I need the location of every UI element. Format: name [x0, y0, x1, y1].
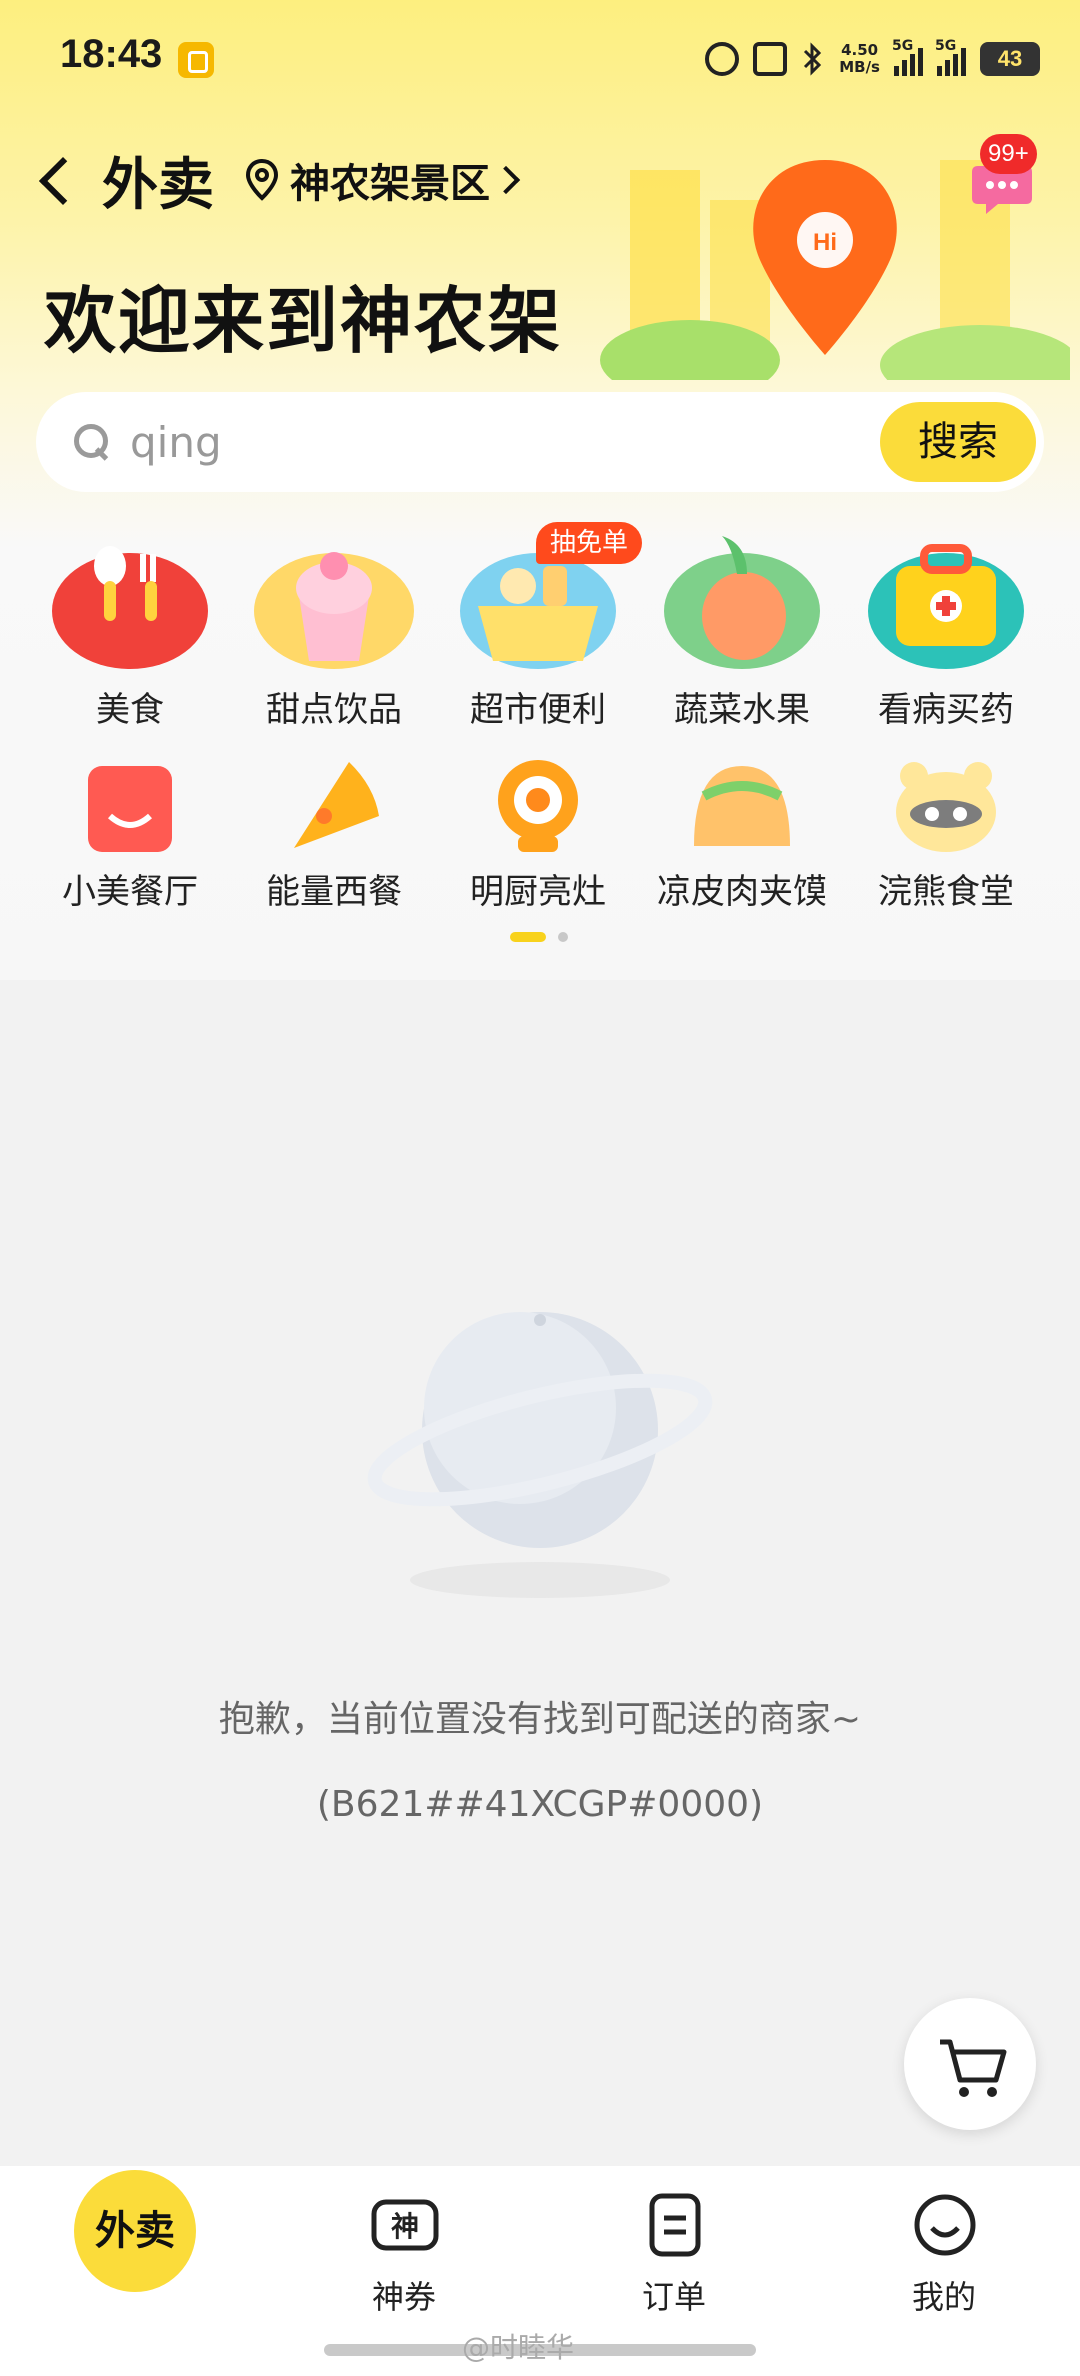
top-header: 外卖 神农架景区 — [36, 140, 521, 220]
cart-icon — [940, 2039, 1007, 2097]
page-title: 外卖 — [102, 152, 214, 218]
empty-message: 抱歉，当前位置没有找到可配送的商家~ — [218, 1699, 862, 1740]
spoon-fork-icon — [52, 546, 208, 669]
location-selector[interactable]: 神农架景区 — [244, 151, 521, 209]
cart-button[interactable] — [904, 1998, 1036, 2130]
empty-planet-illustration — [367, 1312, 713, 1598]
category-xiaomei[interactable]: 小美餐厅 — [30, 756, 230, 916]
category-food[interactable]: 美食 — [30, 526, 230, 730]
page-indicator — [510, 932, 568, 942]
fruit-icon — [664, 536, 820, 669]
category-label: 甜点饮品 — [266, 690, 402, 730]
status-time: 18:43 — [60, 32, 163, 76]
tab-label: 订单 — [641, 2278, 706, 2316]
promo-tag: 抽免单 — [536, 522, 643, 564]
camera-icon — [498, 760, 578, 852]
bluetooth-icon — [804, 42, 822, 76]
page-dot-active — [510, 932, 546, 942]
category-dessert[interactable]: 甜点饮品 — [234, 526, 434, 730]
taco-icon — [694, 766, 790, 846]
net-speed: 4.50 MB/s — [839, 41, 880, 76]
category-label: 超市便利 — [470, 690, 606, 730]
category-kitchen[interactable]: 明厨亮灶 — [438, 756, 638, 916]
app-notification-icon — [178, 42, 214, 78]
category-label: 浣熊食堂 — [878, 872, 1014, 912]
tab-coupon[interactable]: 神 神券 — [304, 2166, 504, 2316]
category-western[interactable]: 能量西餐 — [234, 756, 434, 916]
tab-home[interactable]: 外卖 — [74, 2170, 196, 2292]
category-liangpi[interactable]: 凉皮肉夹馍 — [642, 756, 842, 916]
alarm-icon — [705, 42, 740, 76]
category-label: 看病买药 — [878, 690, 1014, 730]
svg-text:神: 神 — [391, 2210, 419, 2243]
location-label: 神农架景区 — [290, 161, 490, 207]
category-label: 凉皮肉夹馍 — [657, 872, 827, 912]
search-button[interactable]: 搜索 — [880, 402, 1036, 482]
search-bar[interactable]: qing 搜索 — [36, 392, 1044, 492]
watermark: @时睦华 — [462, 2331, 575, 2364]
tab-label: 我的 — [911, 2278, 976, 2316]
chevron-right-icon — [491, 165, 521, 195]
message-badge: 99+ — [980, 134, 1037, 174]
page-dot — [558, 932, 568, 942]
coupon-icon: 神 — [371, 2199, 439, 2251]
raccoon-icon — [896, 762, 996, 852]
battery-icon: 43 — [980, 42, 1040, 76]
back-icon[interactable] — [36, 140, 96, 220]
tab-profile[interactable]: 我的 — [844, 2166, 1044, 2316]
category-label: 小美餐厅 — [62, 872, 198, 912]
medical-kit-icon — [868, 544, 1024, 669]
order-icon — [649, 2193, 701, 2257]
category-label: 能量西餐 — [266, 872, 402, 912]
welcome-heading: 欢迎来到神农架 — [44, 279, 563, 363]
mute-icon — [753, 42, 788, 76]
tab-orders[interactable]: 订单 — [574, 2166, 774, 2316]
shop-icon — [88, 766, 172, 852]
profile-icon — [914, 2194, 976, 2256]
category-medicine[interactable]: 看病买药 — [846, 526, 1046, 730]
category-fruit[interactable]: 蔬菜水果 — [642, 526, 842, 730]
category-raccoon[interactable]: 浣熊食堂 — [846, 756, 1046, 916]
category-label: 蔬菜水果 — [674, 690, 810, 730]
cell-signal-1: 5G — [892, 38, 923, 76]
cell-signal-2: 5G — [935, 38, 966, 76]
status-bar: 18:43 4.50 MB/s 5G 5G 43 — [0, 0, 1080, 118]
ice-cream-icon — [254, 552, 414, 669]
error-code: (B621##41XCGP#0000) — [316, 1784, 764, 1825]
location-pin-icon — [245, 158, 279, 201]
category-label: 美食 — [96, 690, 164, 730]
search-icon — [72, 422, 112, 462]
pizza-icon — [294, 762, 379, 848]
category-label: 明厨亮灶 — [470, 872, 606, 912]
tab-label: 神券 — [371, 2278, 436, 2316]
svg-text:Hi: Hi — [813, 229, 837, 256]
